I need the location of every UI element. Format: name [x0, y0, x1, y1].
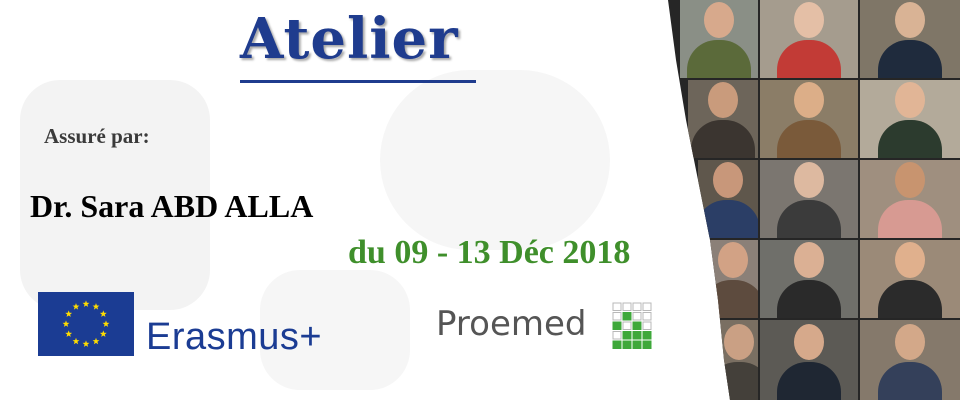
proemed-grid-cell — [642, 321, 652, 330]
speaker-name: Dr. Sara ABD ALLA — [30, 188, 314, 224]
photo-speaker — [760, 80, 858, 158]
proemed-grid-cell — [612, 331, 622, 340]
proemed-grid-cell — [642, 302, 652, 311]
photo-speaker — [760, 240, 858, 318]
proemed-grid-icon — [612, 302, 652, 349]
proemed-logo-text: Proemed — [436, 304, 587, 344]
banner-title: Atelier — [240, 6, 459, 72]
photo-speaker — [760, 320, 858, 400]
eu-flag-icon — [38, 292, 134, 356]
photo-speaker — [860, 0, 960, 78]
workshop-dates: du 09 - 13 Déc 2018 — [348, 234, 631, 271]
watermark-shape — [380, 70, 610, 250]
proemed-grid-cell — [622, 302, 632, 311]
photo-speaker — [860, 80, 960, 158]
photo-speaker — [860, 160, 960, 238]
photo-speaker — [708, 240, 758, 318]
proemed-grid-cell — [642, 312, 652, 321]
proemed-grid-cell — [632, 312, 642, 321]
proemed-grid-cell — [612, 302, 622, 311]
photo-speaker — [720, 320, 758, 400]
photo-speaker — [680, 0, 758, 78]
proemed-grid-cell — [632, 340, 642, 349]
proemed-grid-cell — [622, 331, 632, 340]
photo-collage — [668, 0, 960, 400]
proemed-grid-cell — [632, 321, 642, 330]
proemed-grid-cell — [632, 331, 642, 340]
proemed-grid-cell — [622, 340, 632, 349]
proemed-grid-cell — [622, 321, 632, 330]
proemed-grid-cell — [642, 340, 652, 349]
photo-speaker — [688, 80, 758, 158]
erasmus-logo-text: Erasmus+ — [146, 316, 323, 358]
proemed-grid-cell — [642, 331, 652, 340]
proemed-grid-cell — [612, 312, 622, 321]
byline-label: Assuré par: — [44, 124, 150, 148]
proemed-grid-cell — [622, 312, 632, 321]
photo-speaker — [760, 160, 858, 238]
photo-speaker — [860, 240, 960, 318]
workshop-banner: Atelier Assuré par: Dr. Sara ABD ALLA du… — [0, 0, 960, 400]
title-underline — [240, 80, 476, 83]
photo-speaker — [698, 160, 758, 238]
photo-speaker — [860, 320, 960, 400]
proemed-grid-cell — [612, 340, 622, 349]
proemed-grid-cell — [612, 321, 622, 330]
photo-speaker — [760, 0, 858, 78]
proemed-grid-cell — [632, 302, 642, 311]
